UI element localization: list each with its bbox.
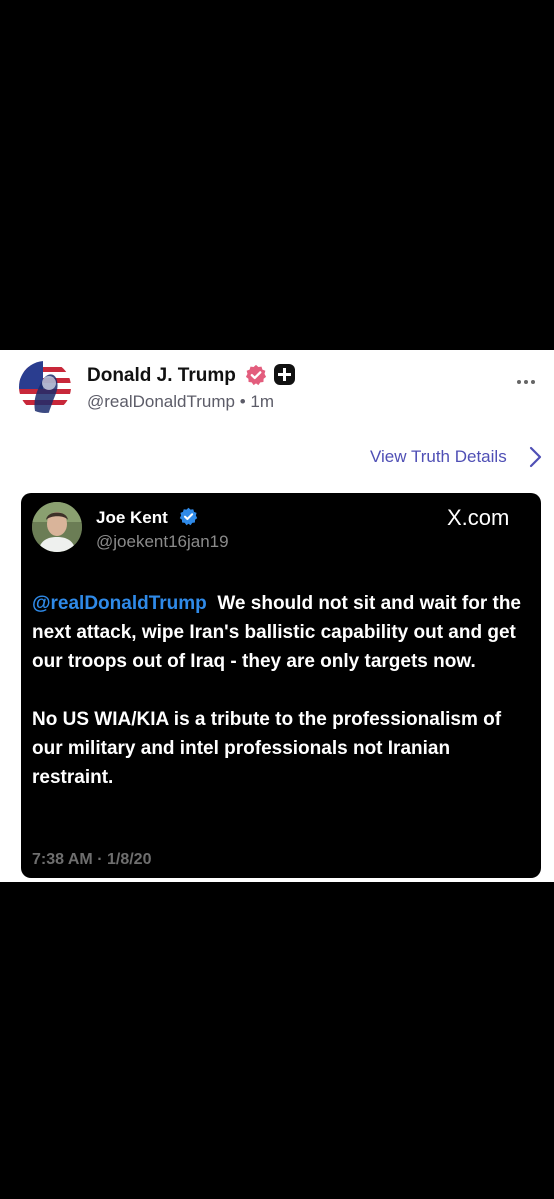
tweet-paragraph-2: No US WIA/KIA is a tribute to the profes… xyxy=(32,709,502,788)
author-avatar[interactable] xyxy=(19,361,71,413)
verified-badge-icon xyxy=(179,507,198,526)
time-ago: 1m xyxy=(250,392,275,411)
view-truth-details-link[interactable]: View Truth Details xyxy=(370,447,507,467)
more-options-icon[interactable] xyxy=(517,380,535,384)
embed-author-name: Joe Kent xyxy=(96,508,168,527)
x-com-logo: X.com xyxy=(447,505,510,530)
chevron-right-icon[interactable] xyxy=(527,446,543,468)
author-name[interactable]: Donald J. Trump xyxy=(87,365,236,387)
truth-plus-icon xyxy=(274,364,295,385)
mention-link: @realDonaldTrump xyxy=(32,593,207,614)
separator-dot: • xyxy=(239,392,251,411)
embed-timestamp: 7:38 AM · 1/8/20 xyxy=(32,851,152,868)
embed-tweet-text: @realDonaldTrump We should not sit and w… xyxy=(32,589,532,821)
author-handle-line: @realDonaldTrump • 1m xyxy=(87,392,274,412)
embed-author-avatar xyxy=(32,502,82,552)
tweet-paragraph-1: @realDonaldTrump We should not sit and w… xyxy=(32,589,532,676)
author-handle[interactable]: @realDonaldTrump xyxy=(87,392,235,411)
verified-badge-icon xyxy=(245,364,267,386)
truth-social-post: Donald J. Trump @realDonaldTrump • 1m Vi… xyxy=(0,350,554,882)
embed-author-handle: @joekent16jan19 xyxy=(96,532,229,551)
embedded-tweet-image[interactable]: Joe Kent @joekent16jan19 X.com @realDona… xyxy=(21,493,541,878)
